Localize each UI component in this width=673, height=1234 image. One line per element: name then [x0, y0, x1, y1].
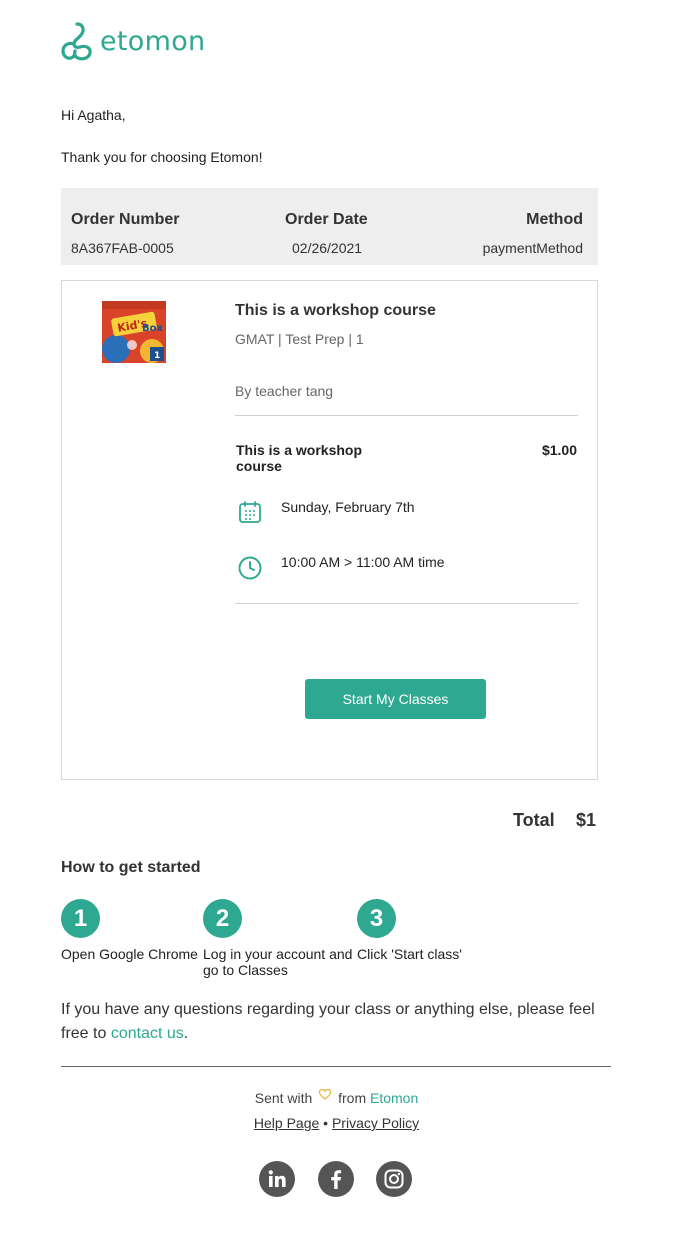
step-2-badge: 2: [203, 899, 242, 938]
thanks-text: Thank you for choosing Etomon!: [61, 149, 263, 165]
course-title: This is a workshop course: [235, 302, 436, 319]
step-2-label: Log in your account and go to Classes: [203, 946, 353, 978]
linkedin-glyph: [268, 1170, 286, 1187]
divider: [235, 603, 578, 604]
clock-icon: [238, 556, 262, 580]
svg-text:1: 1: [154, 351, 160, 361]
divider: [235, 415, 578, 416]
line-item-price: $1.00: [541, 442, 577, 458]
logo-text: etomon: [100, 25, 206, 57]
start-my-classes-button[interactable]: Start My Classes: [305, 679, 486, 719]
footer-divider: [61, 1066, 611, 1067]
total-value: $1: [576, 810, 597, 830]
instagram-icon[interactable]: [376, 1161, 412, 1197]
contact-end: .: [183, 1025, 189, 1042]
svg-text:Box: Box: [142, 323, 163, 334]
method-label: Method: [526, 211, 583, 228]
course-meta: GMAT | Test Prep | 1: [235, 331, 364, 347]
instagram-glyph: [384, 1169, 404, 1189]
order-date-label: Order Date: [285, 211, 368, 228]
order-number-value: 8A367FAB-0005: [71, 240, 174, 256]
facebook-glyph: [331, 1170, 342, 1189]
course-teacher: By teacher tang: [235, 383, 334, 399]
facebook-icon[interactable]: [318, 1161, 354, 1197]
course-thumbnail[interactable]: Kid's Box 1: [102, 301, 166, 363]
course-card: Kid's Box 1 This is a workshop course GM…: [61, 280, 598, 780]
link-separator: •: [323, 1115, 329, 1131]
privacy-policy-link[interactable]: Privacy Policy: [332, 1115, 419, 1131]
total-label: Total: [513, 810, 555, 830]
greeting-text: Hi Agatha,: [61, 107, 126, 123]
get-started-title: How to get started: [61, 859, 201, 876]
step-3-label: Click 'Start class': [357, 946, 462, 962]
linkedin-icon[interactable]: [259, 1161, 295, 1197]
line-item-name: This is a workshop course: [236, 442, 363, 474]
method-value: paymentMethod: [482, 240, 583, 256]
step-1-label: Open Google Chrome: [61, 946, 198, 962]
contact-us-link[interactable]: contact us: [111, 1025, 184, 1042]
etomon-logo[interactable]: etomon: [60, 20, 205, 62]
step-1-badge: 1: [61, 899, 100, 938]
heart-icon: [319, 1089, 332, 1100]
help-page-link[interactable]: Help Page: [254, 1115, 319, 1131]
sent-from: from: [338, 1090, 367, 1106]
footer-links: Help Page • Privacy Policy: [0, 1115, 673, 1131]
order-number-label: Order Number: [71, 211, 180, 228]
contact-paragraph: If you have any questions regarding your…: [61, 998, 611, 1046]
course-time: 10:00 AM > 11:00 AM time: [281, 554, 445, 570]
order-date-value: 02/26/2021: [292, 240, 363, 256]
calendar-icon: [239, 501, 261, 523]
sent-with-line: Sent with from Etomon: [0, 1089, 673, 1106]
step-3-badge: 3: [357, 899, 396, 938]
kids-box-cover-image: Kid's Box 1: [102, 301, 166, 363]
sent-prefix: Sent with: [254, 1090, 313, 1106]
sent-brand: Etomon: [370, 1090, 419, 1106]
butterfly-logo-icon: [61, 22, 92, 61]
course-date: Sunday, February 7th: [281, 499, 415, 515]
order-summary: Order Number 8A367FAB-0005 Order Date 02…: [61, 188, 598, 265]
